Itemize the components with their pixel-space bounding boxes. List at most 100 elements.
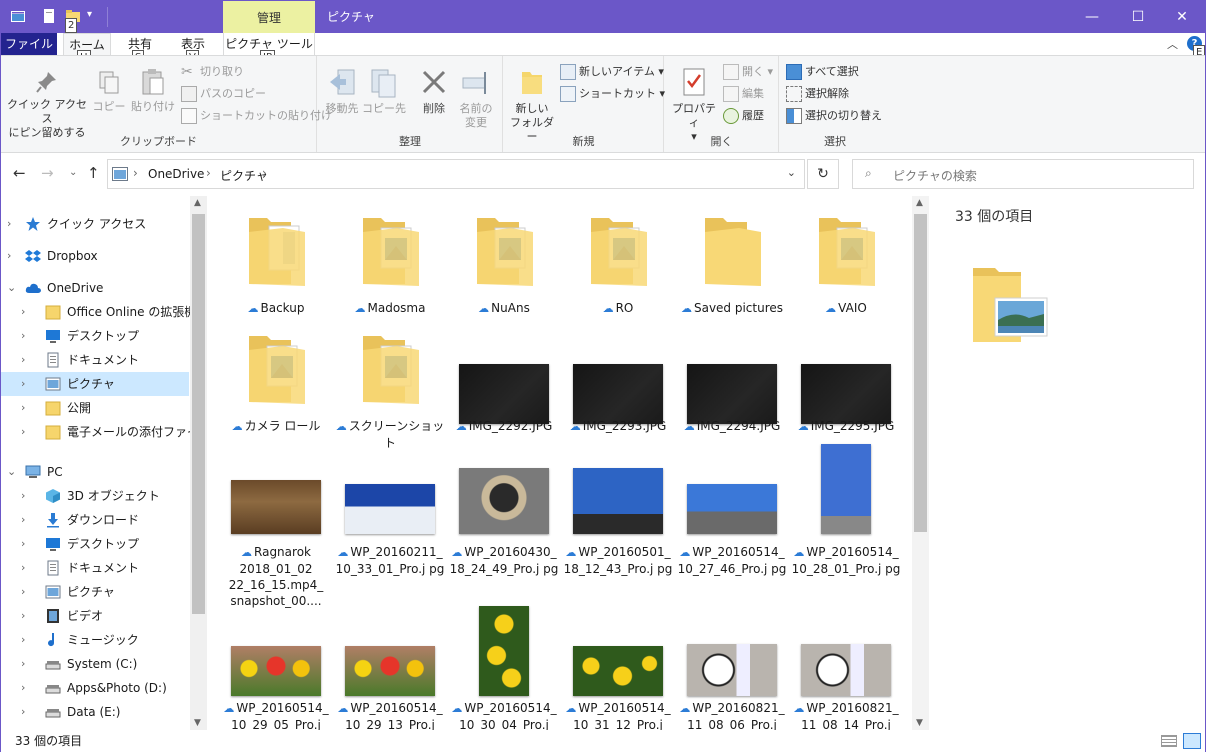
copy-button[interactable]: コピー	[91, 70, 127, 114]
properties-qat-icon[interactable]	[41, 8, 57, 24]
scroll-down-icon[interactable]: ▼	[194, 718, 201, 728]
scroll-down-icon[interactable]: ▼	[916, 718, 923, 728]
up-icon[interactable]: ↑	[87, 164, 100, 182]
chevron-down-icon[interactable]: ⌄	[7, 276, 16, 300]
nav-item[interactable]: › 3D オブジェクト	[1, 484, 189, 508]
nav-item[interactable]: › クイック アクセス	[1, 212, 189, 236]
chevron-right-icon[interactable]: ›	[21, 676, 25, 700]
chevron-right-icon[interactable]: ›	[7, 212, 11, 236]
chevron-down-icon[interactable]: ⌄	[7, 460, 16, 484]
nav-item[interactable]: › Data (E:)	[1, 700, 189, 724]
chevron-right-icon[interactable]: ›	[21, 372, 25, 396]
nav-item[interactable]: › System (C:)	[1, 652, 189, 676]
chevron-right-icon[interactable]: ›	[21, 580, 25, 604]
chevron-right-icon[interactable]: ›	[21, 700, 25, 724]
select-all-button[interactable]: すべて選択	[786, 62, 859, 82]
chevron-right-icon[interactable]: ›	[21, 508, 25, 532]
open-button[interactable]: 開く ▾	[723, 62, 773, 82]
new-item-button[interactable]: 新しいアイテム ▾	[560, 62, 664, 82]
file-name-text: WP_20160514_ 10_29_13_Pro.j	[345, 701, 443, 730]
chevron-right-icon[interactable]: ›	[21, 604, 25, 628]
back-icon[interactable]: ←	[13, 164, 26, 182]
chevron-right-icon[interactable]: ›	[21, 348, 25, 372]
new-folder-icon	[522, 72, 542, 94]
file-name: ☁ WP_20160514_ 10_27_46_Pro.j pg	[675, 544, 789, 577]
forward-icon[interactable]: →	[41, 164, 54, 182]
nav-item[interactable]: ⌄ OneDrive	[1, 276, 189, 300]
collapse-ribbon-icon[interactable]: ︿	[1167, 36, 1178, 52]
qat-dropdown-icon[interactable]: ▾	[87, 9, 92, 20]
nav-item[interactable]: › ダウンロード	[1, 508, 189, 532]
history-button[interactable]: 履歴	[723, 106, 764, 126]
chevron-right-icon[interactable]: ›	[21, 532, 25, 556]
large-icons-view-icon[interactable]	[1183, 733, 1201, 749]
breadcrumb-pictures[interactable]: ピクチャ	[220, 167, 268, 184]
nav-scrollbar-thumb[interactable]	[192, 214, 205, 614]
paste-shortcut-button[interactable]: ショートカットの貼り付け	[181, 106, 332, 126]
chevron-right-icon[interactable]: ›	[21, 420, 25, 444]
copy-to-button[interactable]: コピー先	[362, 68, 406, 116]
chevron-right-icon[interactable]: ›	[21, 300, 25, 324]
details-view-icon[interactable]	[1161, 735, 1177, 747]
nav-item[interactable]: › ミュージック	[1, 628, 189, 652]
address-bar[interactable]: › OneDrive › ピクチャ › ⌄	[107, 159, 805, 189]
chevron-right-icon[interactable]: ›	[21, 556, 25, 580]
nav-item[interactable]: › 公開	[1, 396, 189, 420]
chevron-right-icon[interactable]: ›	[7, 244, 11, 268]
easy-access-button[interactable]: ショートカット ▾	[560, 84, 665, 104]
nav-item[interactable]: › Office Online の拡張機能	[1, 300, 206, 324]
nav-item-label: Office Online の拡張機能	[67, 305, 206, 319]
select-none-button[interactable]: 選択解除	[786, 84, 849, 104]
content-scrollbar-thumb[interactable]	[914, 214, 927, 532]
shortcut-icon	[560, 86, 576, 102]
content-scrollbar[interactable]: ▲ ▼	[912, 196, 929, 730]
refresh-button[interactable]: ↻	[807, 159, 839, 189]
chevron-right-icon[interactable]: ›	[21, 396, 25, 420]
breadcrumb-separator[interactable]: ›	[133, 166, 138, 180]
edit-button[interactable]: 編集	[723, 84, 764, 104]
nav-item[interactable]: › ドキュメント	[1, 556, 189, 580]
nav-item[interactable]: › デスクトップ	[1, 532, 189, 556]
pin-quick-access-button[interactable]: クイック アクセス にピン留めする	[7, 70, 87, 140]
minimize-button[interactable]: —	[1069, 1, 1115, 33]
address-dropdown-icon[interactable]: ⌄	[787, 166, 796, 179]
recent-locations-icon[interactable]: ⌄	[69, 167, 77, 178]
move-to-button[interactable]: 移動先	[322, 68, 362, 116]
invert-selection-button[interactable]: 選択の切り替え	[786, 106, 882, 126]
nav-item[interactable]: ⌄ PC	[1, 460, 189, 484]
nav-item[interactable]: › Dropbox	[1, 244, 189, 268]
scroll-up-icon[interactable]: ▲	[194, 198, 201, 208]
nav-item[interactable]: › ドキュメント	[1, 348, 189, 372]
close-button[interactable]: ✕	[1159, 1, 1205, 33]
paste-button[interactable]: 貼り付け	[129, 68, 177, 114]
chevron-right-icon[interactable]: ›	[21, 324, 25, 348]
breadcrumb-onedrive[interactable]: OneDrive	[148, 167, 204, 181]
folder-icon	[249, 336, 305, 404]
nav-item[interactable]: › 電子メールの添付ファイル	[1, 420, 206, 444]
nav-item[interactable]: › Apps&Photo (D:)	[1, 676, 189, 700]
breadcrumb-separator[interactable]: ›	[262, 166, 267, 180]
chevron-right-icon[interactable]: ›	[21, 652, 25, 676]
details-folder-icon	[973, 268, 1048, 342]
chevron-right-icon[interactable]: ›	[21, 628, 25, 652]
search-placeholder: ピクチャの検索	[893, 169, 977, 183]
copy-to-icon	[371, 69, 396, 98]
nav-item[interactable]: › ピクチャ	[1, 372, 189, 396]
cut-button[interactable]: ✂ 切り取り	[181, 62, 244, 82]
nav-scrollbar[interactable]: ▲ ▼	[190, 196, 207, 730]
breadcrumb-separator[interactable]: ›	[206, 166, 211, 180]
nav-item[interactable]: › デスクトップ	[1, 324, 189, 348]
search-box[interactable]: ⌕ ピクチャの検索	[852, 159, 1194, 189]
nav-item[interactable]: › ビデオ	[1, 604, 189, 628]
scroll-up-icon[interactable]: ▲	[916, 198, 923, 208]
explorer-app-icon[interactable]	[10, 8, 26, 24]
rename-button[interactable]: 名前の 変更	[454, 68, 498, 130]
copy-path-button[interactable]: パスのコピー	[181, 84, 266, 104]
tab-file[interactable]: ファイル	[1, 33, 57, 55]
nav-item[interactable]: › ピクチャ	[1, 580, 189, 604]
maximize-button[interactable]: ☐	[1115, 1, 1161, 33]
delete-button[interactable]: 削除	[416, 68, 452, 116]
select-group-label: 選択	[824, 135, 846, 148]
chevron-right-icon[interactable]: ›	[21, 484, 25, 508]
folder-icon	[477, 218, 533, 286]
